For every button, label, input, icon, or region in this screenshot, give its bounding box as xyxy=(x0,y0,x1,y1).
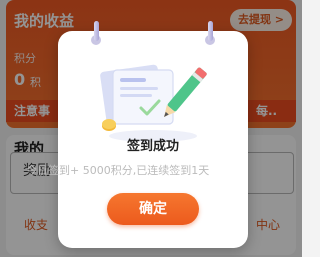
coin-icon xyxy=(102,119,116,131)
calendar-ring-icon xyxy=(91,21,101,51)
document-icon xyxy=(100,64,174,125)
checkin-detail-text: 今日签到+ 5000积分,已连续签到1天 xyxy=(26,164,210,177)
dialog-title: 签到成功 xyxy=(126,139,179,154)
confirm-button[interactable]: 确定 xyxy=(107,193,199,225)
calendar-ring-icon xyxy=(205,21,215,51)
checkin-illustration xyxy=(100,64,207,142)
